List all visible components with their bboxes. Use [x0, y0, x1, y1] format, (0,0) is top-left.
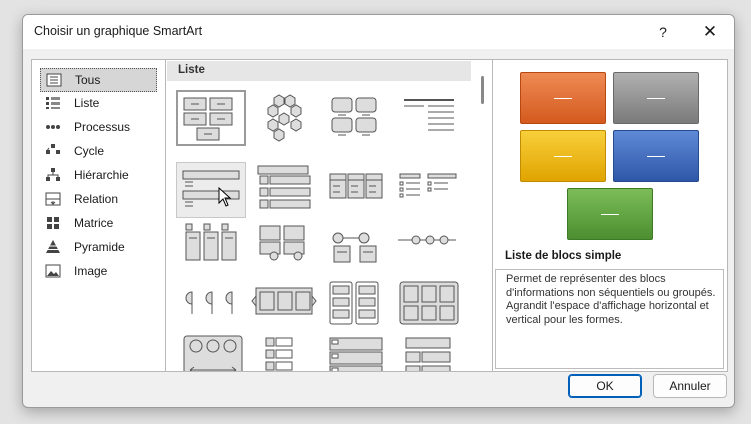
list-icon	[46, 97, 60, 109]
help-button[interactable]: ?	[648, 20, 678, 44]
category-cycle[interactable]: Cycle	[40, 140, 155, 162]
pyramid-icon	[46, 240, 60, 253]
category-list: Tous Liste Processus Cycle Hiérarchie Re…	[31, 59, 166, 372]
preview-block-blue	[613, 130, 699, 182]
layout-chronologie[interactable]	[392, 220, 462, 276]
matrix-icon	[47, 217, 59, 229]
preview-block-orange	[520, 72, 606, 124]
preview-block-yellow	[520, 130, 606, 182]
category-label: Hiérarchie	[74, 168, 129, 182]
ok-button[interactable]: OK	[568, 374, 642, 398]
dialog-title: Choisir un graphique SmartArt	[34, 24, 203, 38]
preview-panel: Liste de blocs simple Permet de représen…	[492, 59, 728, 372]
cancel-button[interactable]: Annuler	[653, 374, 727, 398]
scroll-thumb[interactable]	[481, 76, 484, 104]
category-label: Relation	[74, 192, 119, 206]
preview-block-green	[567, 188, 653, 240]
hierarchy-icon	[46, 168, 60, 181]
category-matrice[interactable]: Matrice	[40, 212, 155, 234]
layout-cercles-fleche[interactable]	[176, 334, 246, 371]
category-label: Matrice	[74, 216, 114, 230]
title-bar: Choisir un graphique SmartArt ? ✕	[23, 15, 734, 49]
gallery-header-label: Liste	[178, 64, 205, 76]
layout-name: Liste de blocs simple	[505, 250, 622, 262]
layout-matrice-verticale[interactable]	[392, 334, 462, 371]
layout-liste-barres[interactable]	[248, 162, 318, 218]
relation-icon	[45, 192, 61, 206]
category-relation[interactable]: Relation	[40, 188, 155, 210]
category-processus[interactable]: Processus	[40, 116, 155, 138]
close-button[interactable]: ✕	[695, 20, 725, 44]
preview-block-gray	[613, 72, 699, 124]
category-label: Pyramide	[74, 240, 125, 254]
layout-description: Permet de représenter des blocs d'inform…	[506, 273, 716, 326]
category-image[interactable]: Image	[40, 260, 155, 282]
layout-liste-de-blocs-simple[interactable]	[176, 90, 246, 146]
category-hierarchie[interactable]: Hiérarchie	[40, 164, 155, 186]
category-liste[interactable]: Liste	[40, 92, 155, 114]
image-icon	[45, 264, 61, 278]
all-icon	[46, 73, 62, 87]
layout-liste-horizontale[interactable]	[392, 162, 462, 218]
layout-blocs-arrondis[interactable]	[320, 90, 390, 146]
layout-hexagones[interactable]	[248, 90, 318, 146]
layout-processus-cercles[interactable]	[320, 220, 390, 276]
description-box: Permet de représenter des blocs d'inform…	[495, 269, 724, 369]
category-tous[interactable]: Tous	[40, 68, 157, 92]
layout-liste-verticale-puces[interactable]	[176, 162, 246, 218]
layout-demi-cercles[interactable]	[176, 278, 246, 334]
layout-colonnes-groupees[interactable]	[320, 278, 390, 334]
layout-liste-controles[interactable]	[320, 334, 390, 371]
gallery-scrollbar[interactable]	[476, 60, 490, 371]
smartart-dialog: Choisir un graphique SmartArt ? ✕ Tous L…	[22, 14, 735, 408]
layout-liste-colonnes[interactable]	[320, 162, 390, 218]
process-icon	[46, 125, 60, 129]
category-pyramide[interactable]: Pyramide	[40, 236, 155, 258]
layout-liste-lignes[interactable]	[392, 90, 462, 146]
layout-liste-cadres-empiles[interactable]	[248, 334, 318, 371]
category-label: Image	[74, 264, 108, 278]
cycle-icon	[46, 144, 60, 154]
layout-gallery: Liste	[165, 59, 493, 372]
layout-colonnes-puces[interactable]	[176, 220, 246, 276]
category-label: Processus	[74, 120, 131, 134]
mouse-cursor-icon	[218, 187, 232, 207]
layout-blocs-cercles[interactable]	[248, 220, 318, 276]
gallery-header: Liste	[167, 61, 471, 81]
category-label: Tous	[75, 73, 101, 87]
layout-fleches-groupees[interactable]	[248, 278, 318, 334]
layout-cadre-groupe[interactable]	[392, 278, 462, 334]
category-label: Cycle	[74, 144, 105, 158]
category-label: Liste	[74, 96, 100, 110]
